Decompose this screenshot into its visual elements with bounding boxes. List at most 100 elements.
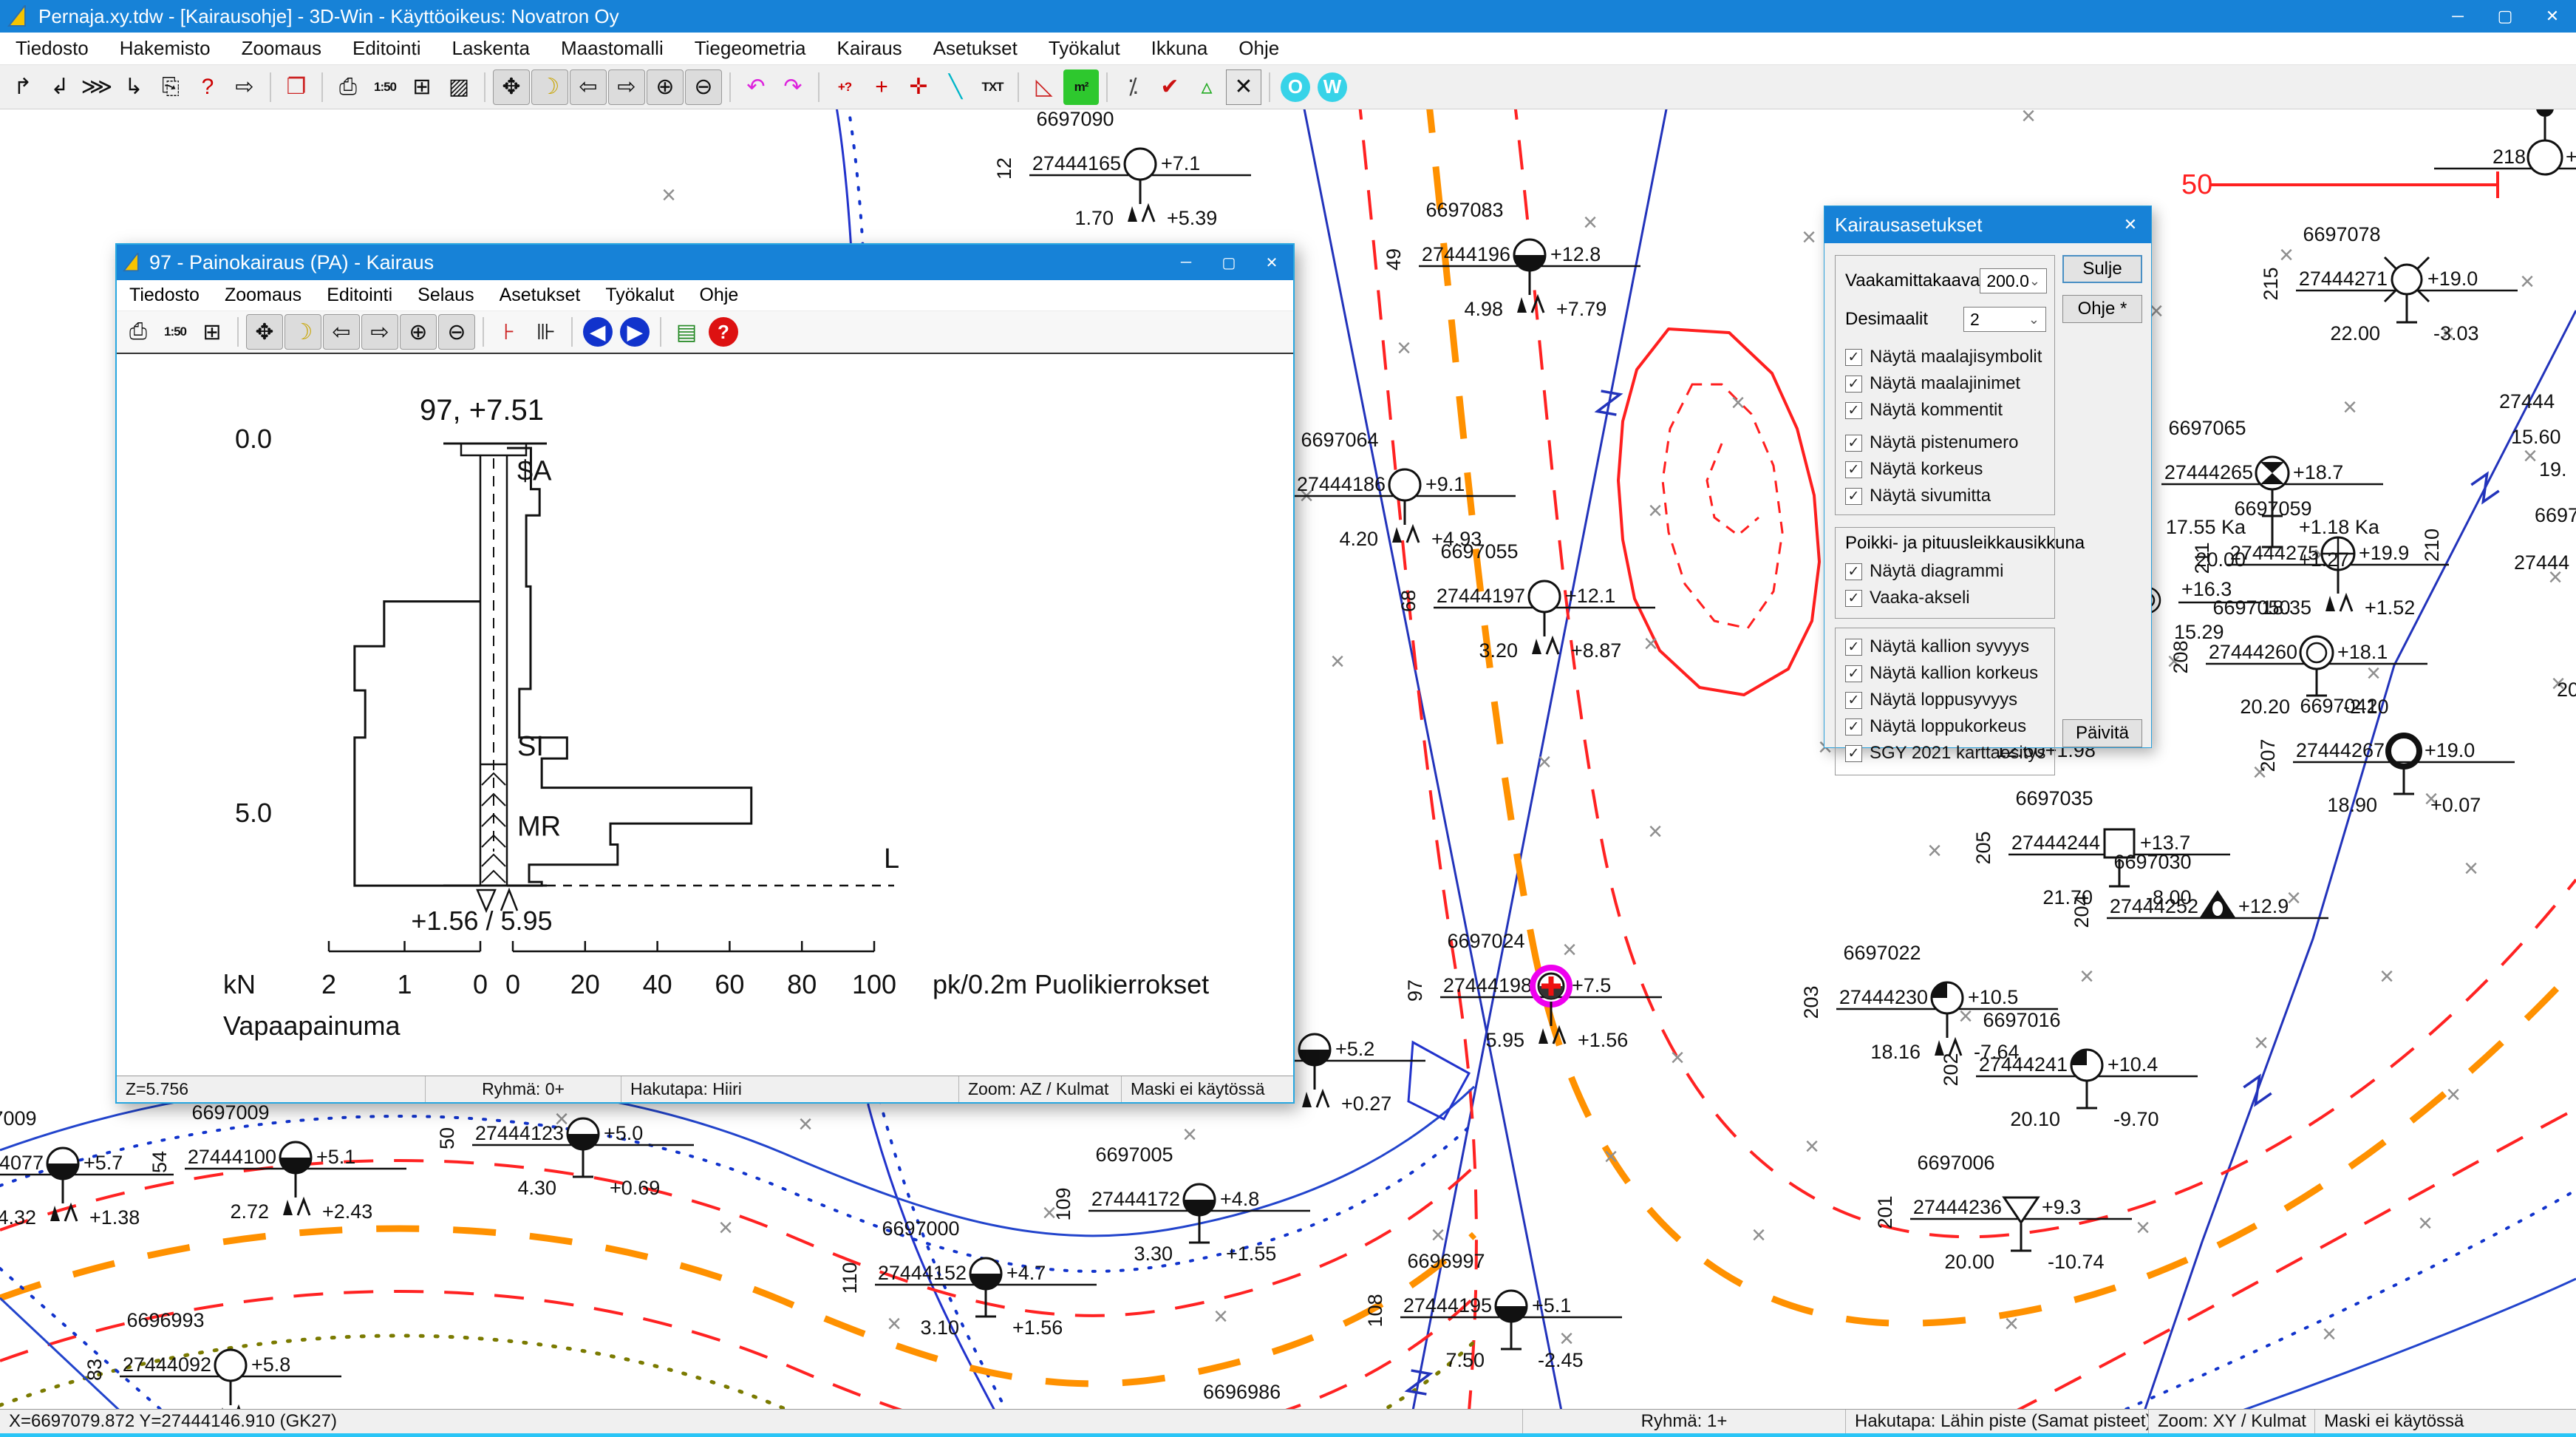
layer-settings-icon[interactable]: ▤ (669, 314, 704, 350)
step-previous-icon[interactable]: ◀ (580, 314, 616, 350)
point-checkbox-0[interactable]: ✓Näytä pistenumero (1845, 432, 2018, 453)
menu-item-hakemisto[interactable]: Hakemisto (104, 33, 226, 64)
child-menu-item-editointi[interactable]: Editointi (314, 285, 405, 306)
diagram-settings-icon[interactable]: ⊪ (528, 314, 564, 350)
child-menu-item-zoomaus[interactable]: Zoomaus (212, 285, 314, 306)
survey-point-+19[interactable]: 218+19 (2434, 109, 2576, 174)
pan-right-icon[interactable]: ⇨ (361, 314, 398, 350)
survey-point-6697035[interactable]: 669703520527444244+13.721.70-8.00 (1972, 787, 2230, 908)
menu-item-editointi[interactable]: Editointi (337, 33, 437, 64)
help-button[interactable]: Ohje * (2062, 295, 2142, 323)
survey-point-6697064[interactable]: 66970647227444186+9.14.20+4.93 (1258, 429, 1516, 550)
o-tool-icon[interactable]: O (1278, 69, 1313, 105)
soil-checkbox-0[interactable]: ✓Näytä maalajisymbolit (1845, 347, 2042, 367)
rock-checkbox-1[interactable]: ✓Näytä kallion korkeus (1845, 663, 2038, 684)
section-checkbox-1[interactable]: ✓Vaaka-akseli (1845, 588, 1970, 608)
survey-point-6697055[interactable]: 66970556827444197+12.13.20+8.87 (1397, 540, 1655, 662)
rock-checkbox-2[interactable]: ✓Näytä loppusyvyys (1845, 690, 2017, 710)
draw-settings-icon[interactable]: ▨ (441, 69, 477, 105)
menu-item-zoomaus[interactable]: Zoomaus (226, 33, 337, 64)
draw-line-icon[interactable]: ╲ (938, 69, 973, 105)
menu-item-laskenta[interactable]: Laskenta (436, 33, 545, 64)
menu-item-tiegeometria[interactable]: Tiegeometria (679, 33, 822, 64)
rock-checkbox-3[interactable]: ✓Näytä loppukorkeus (1845, 716, 2026, 737)
close-dialog-button[interactable]: Sulje (2062, 255, 2142, 283)
print-icon[interactable]: ⎙ (120, 314, 156, 350)
survey-point-6697009[interactable]: 669700927444077+5.74.32+1.38 (0, 1107, 174, 1229)
window-setup-icon[interactable]: ⊞ (194, 314, 230, 350)
check-tool-icon[interactable]: ✔ (1152, 69, 1188, 105)
soil-checkbox-1[interactable]: ✓Näytä maalajinimet (1845, 373, 2020, 394)
survey-point-6696997[interactable]: 669699710827444195+5.17.50-2.45 (1364, 1250, 1622, 1371)
child-menu-item-selaus[interactable]: Selaus (405, 285, 486, 306)
menu-item-kairaus[interactable]: Kairaus (822, 33, 918, 64)
child-menu-item-asetukset[interactable]: Asetukset (487, 285, 593, 306)
child-menu-item-ohje[interactable]: Ohje (686, 285, 751, 306)
read-file-settings-icon[interactable]: ↲ (42, 69, 78, 105)
zoom-in-icon[interactable]: ⊕ (647, 69, 684, 105)
survey-point-6697006[interactable]: 669700620127444236+9.320.00-10.74 (1874, 1152, 2132, 1273)
child-close-button[interactable]: ✕ (1250, 245, 1293, 280)
menu-item-maastomalli[interactable]: Maastomalli (545, 33, 679, 64)
step-next-icon[interactable]: ▶ (617, 314, 652, 350)
undo-icon[interactable]: ↶ (738, 69, 774, 105)
pan-left-icon[interactable]: ⇦ (570, 69, 607, 105)
close-button[interactable]: ✕ (2529, 0, 2576, 33)
dialog-close-icon[interactable]: ✕ (2110, 206, 2151, 243)
menu-item-asetukset[interactable]: Asetukset (918, 33, 1033, 64)
zoom-in-icon[interactable]: ⊕ (400, 314, 437, 350)
maximize-button[interactable]: ▢ (2481, 0, 2529, 33)
survey-point-6697000[interactable]: 669700011027444152+4.73.10+1.56 (839, 1217, 1097, 1339)
point-info-icon[interactable]: +? (827, 69, 862, 105)
menu-item-tiedosto[interactable]: Tiedosto (0, 33, 104, 64)
survey-point-6697016[interactable]: 669701620227444241+10.420.10-9.70 (1940, 1009, 2198, 1130)
menu-item-ikkuna[interactable]: Ikkuna (1136, 33, 1224, 64)
survey-point-6697083[interactable]: 66970834927444196+12.84.98+7.79 (1383, 199, 1640, 320)
zoom-all-icon[interactable]: ✥ (246, 314, 283, 350)
file-manager-icon[interactable]: ❐ (279, 69, 314, 105)
pan-right-icon[interactable]: ⇨ (608, 69, 645, 105)
window-setup-icon[interactable]: ⊞ (404, 69, 440, 105)
cross-points-icon[interactable]: ✕ (1226, 69, 1261, 105)
file-help-icon[interactable]: ? (190, 69, 225, 105)
import-files-icon[interactable]: ⋙ (79, 69, 115, 105)
decimals-select[interactable]: 2⌄ (1963, 307, 2046, 332)
write-file-icon[interactable]: ↳ (116, 69, 151, 105)
scale-1-50-icon[interactable]: 1:50 (367, 69, 403, 105)
export-file-icon[interactable]: ⇨ (227, 69, 262, 105)
read-file-icon[interactable]: ↱ (5, 69, 41, 105)
zoom-previous-icon[interactable]: ☽ (531, 69, 568, 105)
child-maximize-button[interactable]: ▢ (1207, 245, 1250, 280)
menu-item-ohje[interactable]: Ohje (1223, 33, 1295, 64)
write-file-copy-icon[interactable]: ⎘ (153, 69, 188, 105)
zoom-previous-icon[interactable]: ☽ (284, 314, 321, 350)
coordinate-tool-icon[interactable]: ⁒ (1115, 69, 1151, 105)
print-icon[interactable]: ⎙ (330, 69, 366, 105)
soil-checkbox-2[interactable]: ✓Näytä kommentit (1845, 400, 2003, 421)
add-point-icon[interactable]: + (864, 69, 899, 105)
zoom-out-icon[interactable]: ⊖ (438, 314, 475, 350)
zoom-out-icon[interactable]: ⊖ (685, 69, 722, 105)
sounding-diagram[interactable]: 97, +7.510.05.0$ASIMRL+1.56 / 5.95kN2100… (117, 354, 1293, 1077)
area-tool-icon[interactable]: m² (1063, 69, 1099, 105)
scale-select[interactable]: 200.0⌄ (1980, 268, 2047, 293)
w-tool-icon[interactable]: W (1315, 69, 1350, 105)
pan-left-icon[interactable]: ⇦ (323, 314, 360, 350)
point-checkbox-2[interactable]: ✓Näytä sivumitta (1845, 486, 1991, 506)
redo-icon[interactable]: ↷ (775, 69, 811, 105)
menu-item-työkalut[interactable]: Työkalut (1033, 33, 1136, 64)
survey-point-6697078[interactable]: 669707821527444271+19.022.00-3.03 (2260, 223, 2518, 344)
rock-checkbox-0[interactable]: ✓Näytä kallion syvyys (1845, 636, 2029, 657)
text-tool-icon[interactable]: TXT (975, 69, 1010, 105)
help-icon[interactable]: ? (706, 314, 741, 350)
scale-1-50-icon[interactable]: 1:50 (157, 314, 193, 350)
section-checkbox-0[interactable]: ✓Näytä diagrammi (1845, 561, 2003, 582)
child-menu-item-työkalut[interactable]: Työkalut (593, 285, 686, 306)
rock-checkbox-4[interactable]: ✓SGY 2021 karttaesitys (1845, 743, 2045, 764)
move-points-icon[interactable]: ✛ (901, 69, 936, 105)
minimize-button[interactable]: ─ (2434, 0, 2481, 33)
survey-point-6697022[interactable]: 669702220327444230+10.518.16-7.64 (1800, 942, 2058, 1063)
angle-tool-icon[interactable]: ◺ (1026, 69, 1062, 105)
diagram-tool-icon[interactable]: ⊦ (491, 314, 527, 350)
child-menu-item-tiedosto[interactable]: Tiedosto (117, 285, 212, 306)
